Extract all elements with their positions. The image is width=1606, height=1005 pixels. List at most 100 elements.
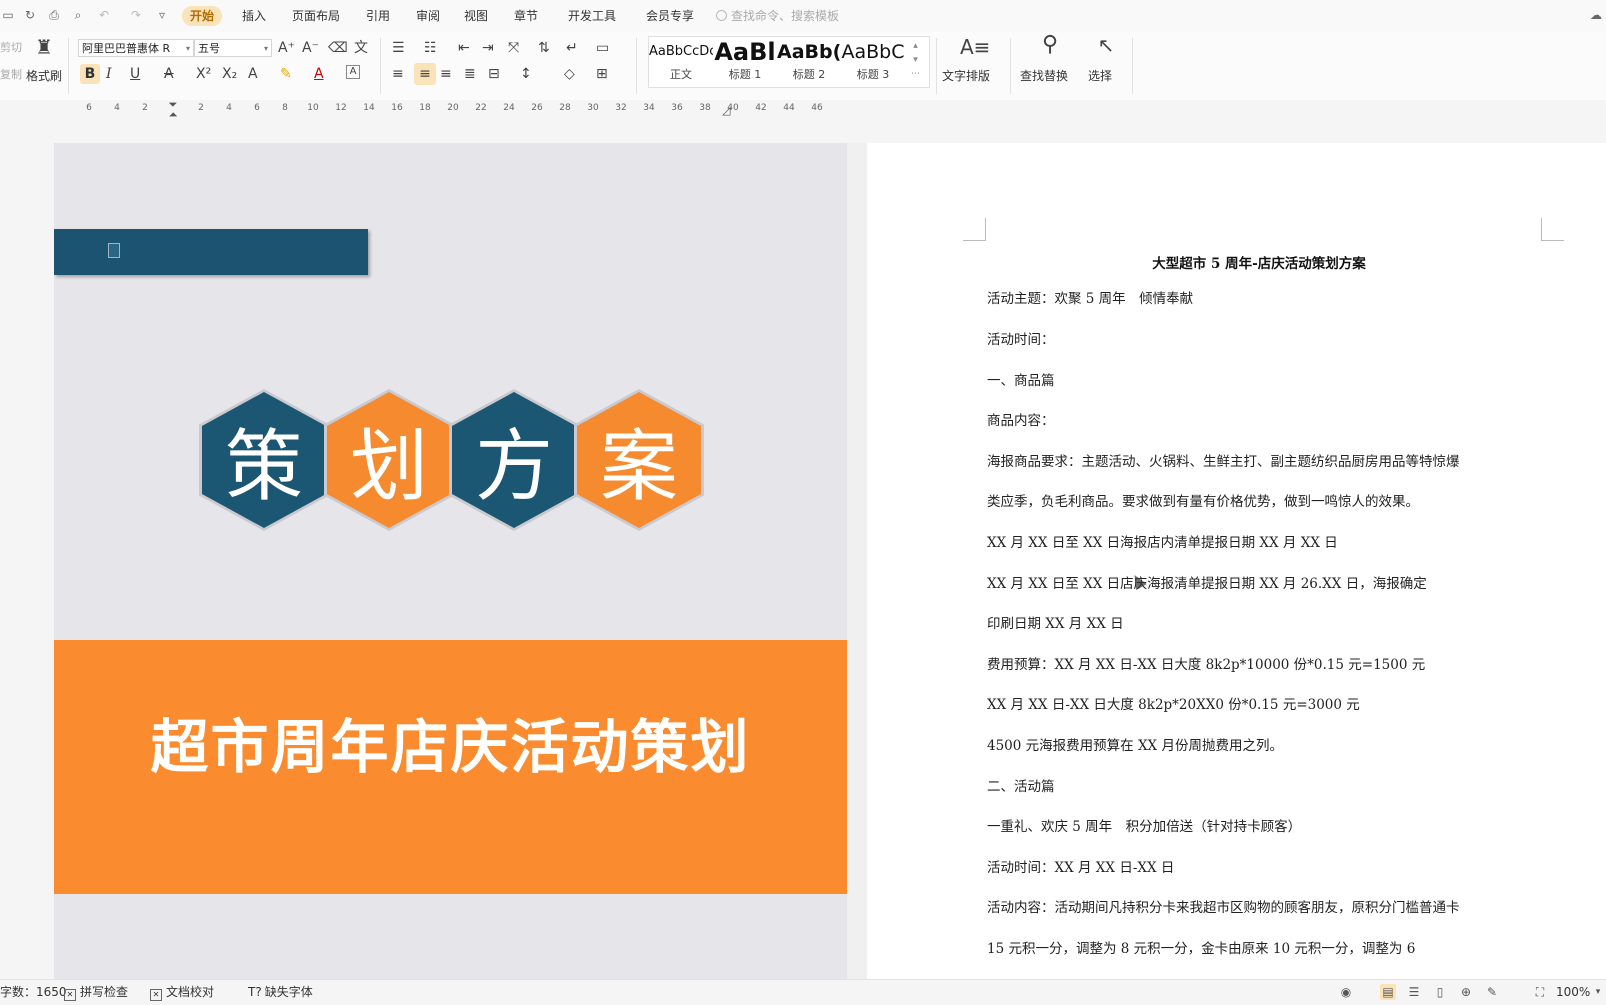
decrease-indent-icon[interactable]: ⇤: [458, 39, 470, 57]
paragraph[interactable]: 类应季，负毛利商品。要求做到有量有价格优势，做到一鸣惊人的效果。: [987, 490, 1419, 510]
web-view-icon[interactable]: ⊕: [1458, 984, 1474, 1000]
numbered-list-icon[interactable]: ☷: [424, 39, 437, 57]
find-replace-icon[interactable]: ⚲: [1038, 34, 1062, 56]
superscript-icon[interactable]: X²: [196, 65, 211, 83]
write-mode-icon[interactable]: ✎: [1484, 984, 1500, 1000]
paragraph[interactable]: XX 月 XX 日至 XX 日海报店内清单提报日期 XX 月 XX 日: [987, 531, 1338, 551]
font-name-select[interactable]: 阿里巴巴普惠体 R ▾: [78, 39, 194, 57]
outline-view-icon[interactable]: ☰: [1406, 984, 1422, 1000]
word-count[interactable]: 字数：1650: [0, 984, 67, 1001]
document-title[interactable]: 大型超市 5 周年-店庆活动策划方案: [985, 252, 1533, 272]
eye-protection-icon[interactable]: ◉: [1338, 984, 1354, 1000]
font-size-select[interactable]: 五号 ▾: [194, 39, 272, 57]
paragraph[interactable]: XX 月 XX 日至 XX 日店庆海报清单提报日期 XX 月 26.XX 日，海…: [987, 572, 1427, 592]
char-border-icon[interactable]: A: [346, 65, 360, 79]
doc-proof-button[interactable]: ✕ 文档校对: [150, 984, 214, 1001]
text-effect-icon[interactable]: A: [248, 65, 258, 83]
format-painter-icon[interactable]: ♜: [34, 37, 54, 57]
horizontal-ruler[interactable]: 6 4 2 ⏷ ⏶ 2 4 6 8 10 12 14 16 18 20 22 24…: [0, 99, 1606, 122]
line-spacing-icon[interactable]: ↕: [520, 65, 532, 83]
bold-icon[interactable]: B: [80, 64, 100, 84]
fit-page-icon[interactable]: ⛶: [1532, 984, 1548, 1000]
copy-button[interactable]: 复制: [0, 67, 22, 83]
paragraph[interactable]: 活动时间：: [987, 328, 1055, 348]
chinese-layout-icon[interactable]: ⤧: [508, 39, 519, 57]
find-replace-button[interactable]: 查找替换: [1020, 68, 1068, 84]
customize-toolbar-icon[interactable]: ▿: [154, 8, 170, 22]
paragraph[interactable]: 一、商品篇: [987, 369, 1055, 389]
shrink-font-icon[interactable]: A⁻: [302, 39, 319, 57]
align-right-icon[interactable]: ≡: [440, 65, 452, 83]
strikethrough-icon[interactable]: A: [164, 65, 174, 83]
show-marks-icon[interactable]: ↵: [566, 39, 578, 57]
document-page[interactable]: 大型超市 5 周年-店庆活动策划方案 活动主题：欢聚 5 周年 倾情奉献 活动时…: [867, 143, 1606, 979]
tab-home[interactable]: 开始: [182, 6, 223, 26]
tab-insert[interactable]: 插入: [234, 6, 274, 26]
print-preview-icon[interactable]: ⌕: [70, 8, 86, 22]
font-color-icon[interactable]: A: [314, 65, 324, 83]
bullet-list-icon[interactable]: ☰: [392, 39, 405, 57]
paragraph[interactable]: 费用预算：XX 月 XX 日-XX 日大度 8k2p*10000 份*0.15 …: [987, 653, 1425, 673]
tab-page-layout[interactable]: 页面布局: [284, 6, 348, 26]
paragraph[interactable]: 商品内容：: [987, 409, 1055, 429]
cut-button[interactable]: 剪切: [0, 40, 22, 56]
print-icon[interactable]: ⎙: [46, 8, 62, 22]
table-border-icon[interactable]: ⊞: [596, 65, 608, 83]
shading-icon[interactable]: ◇: [564, 65, 575, 83]
right-indent-marker[interactable]: ◿: [722, 102, 732, 120]
paragraph[interactable]: 海报商品要求：主题活动、火锅料、生鲜主打、副主题纺织品厨房用品等特惊爆: [987, 450, 1460, 470]
subscript-icon[interactable]: X₂: [222, 65, 237, 83]
increase-indent-icon[interactable]: ⇥: [482, 39, 494, 57]
tab-review[interactable]: 审阅: [408, 6, 448, 26]
cloud-sync-icon[interactable]: ☁: [1588, 8, 1604, 22]
gallery-more-icon[interactable]: ▴ ▾ ⋯: [911, 39, 920, 81]
reading-view-icon[interactable]: ▯: [1432, 984, 1448, 1000]
redo-history-icon[interactable]: ↻: [22, 8, 38, 22]
underline-icon[interactable]: U: [130, 65, 140, 83]
text-layout-icon[interactable]: A≡: [960, 37, 990, 57]
tab-developer[interactable]: 开发工具: [560, 6, 624, 26]
tab-chapter[interactable]: 章节: [506, 6, 546, 26]
paragraph[interactable]: 15 元积一分，调整为 8 元积一分，金卡由原来 10 元积一分，调整为 6: [987, 937, 1415, 957]
paragraph[interactable]: 活动主题：欢聚 5 周年 倾情奉献: [987, 287, 1193, 307]
paragraph[interactable]: 二、活动篇: [987, 775, 1055, 795]
text-layout-button[interactable]: 文字排版: [942, 68, 990, 84]
style-heading-2[interactable]: AaBb( 标题 2: [777, 37, 841, 87]
align-center-icon[interactable]: ≡: [414, 63, 436, 85]
format-painter-button[interactable]: 格式刷: [26, 68, 62, 84]
page-view-icon[interactable]: ▤: [1380, 984, 1396, 1000]
borders-icon[interactable]: ▭: [596, 39, 609, 57]
paragraph[interactable]: 活动内容：活动期间凡持积分卡来我超市区购物的顾客朋友，原积分门槛普通卡: [987, 896, 1460, 916]
italic-icon[interactable]: I: [106, 65, 112, 83]
distribute-icon[interactable]: ⊟: [488, 65, 500, 83]
justify-icon[interactable]: ≣: [464, 65, 476, 83]
grow-font-icon[interactable]: A⁺: [278, 39, 295, 57]
phonetic-guide-icon[interactable]: 文: [354, 39, 368, 57]
tab-member[interactable]: 会员专享: [638, 6, 702, 26]
undo-icon[interactable]: ↶: [96, 8, 112, 22]
paragraph[interactable]: 4500 元海报费用预算在 XX 月份周抛费用之列。: [987, 734, 1283, 754]
left-indent-marker[interactable]: ⏷ ⏶: [168, 99, 178, 120]
file-icon[interactable]: ▭: [0, 8, 16, 22]
clear-format-icon[interactable]: ⌫: [328, 39, 348, 57]
command-search-input[interactable]: 查找命令、搜索模板: [716, 8, 839, 24]
paragraph[interactable]: XX 月 XX 日-XX 日大度 8k2p*20XX0 份*0.15 元=300…: [987, 693, 1360, 713]
paragraph[interactable]: 印刷日期 XX 月 XX 日: [987, 612, 1124, 632]
paragraph[interactable]: 活动时间：XX 月 XX 日-XX 日: [987, 856, 1174, 876]
select-button[interactable]: 选择: [1088, 68, 1112, 84]
style-heading-3[interactable]: AaBbC 标题 3: [841, 37, 905, 87]
tab-view[interactable]: 视图: [456, 6, 496, 26]
missing-font-button[interactable]: T? 缺失字体: [248, 984, 313, 1001]
paragraph[interactable]: 一重礼、欢庆 5 周年 积分加倍送（针对持卡顾客）: [987, 815, 1301, 835]
chevron-down-icon[interactable]: ▾: [1590, 984, 1606, 1000]
spell-check-button[interactable]: ✕ 拼写检查: [64, 984, 128, 1001]
sort-icon[interactable]: ⇅: [538, 39, 550, 57]
align-left-icon[interactable]: ≡: [392, 65, 404, 83]
highlight-icon[interactable]: ✎: [280, 65, 292, 83]
style-normal[interactable]: AaBbCcDc 正文: [649, 37, 713, 87]
tab-references[interactable]: 引用: [358, 6, 398, 26]
redo-icon[interactable]: ↷: [128, 8, 144, 22]
select-pointer-icon[interactable]: ↖: [1096, 35, 1116, 55]
zoom-level[interactable]: 100%: [1556, 984, 1590, 1001]
style-heading-1[interactable]: AaBl 标题 1: [713, 37, 777, 87]
